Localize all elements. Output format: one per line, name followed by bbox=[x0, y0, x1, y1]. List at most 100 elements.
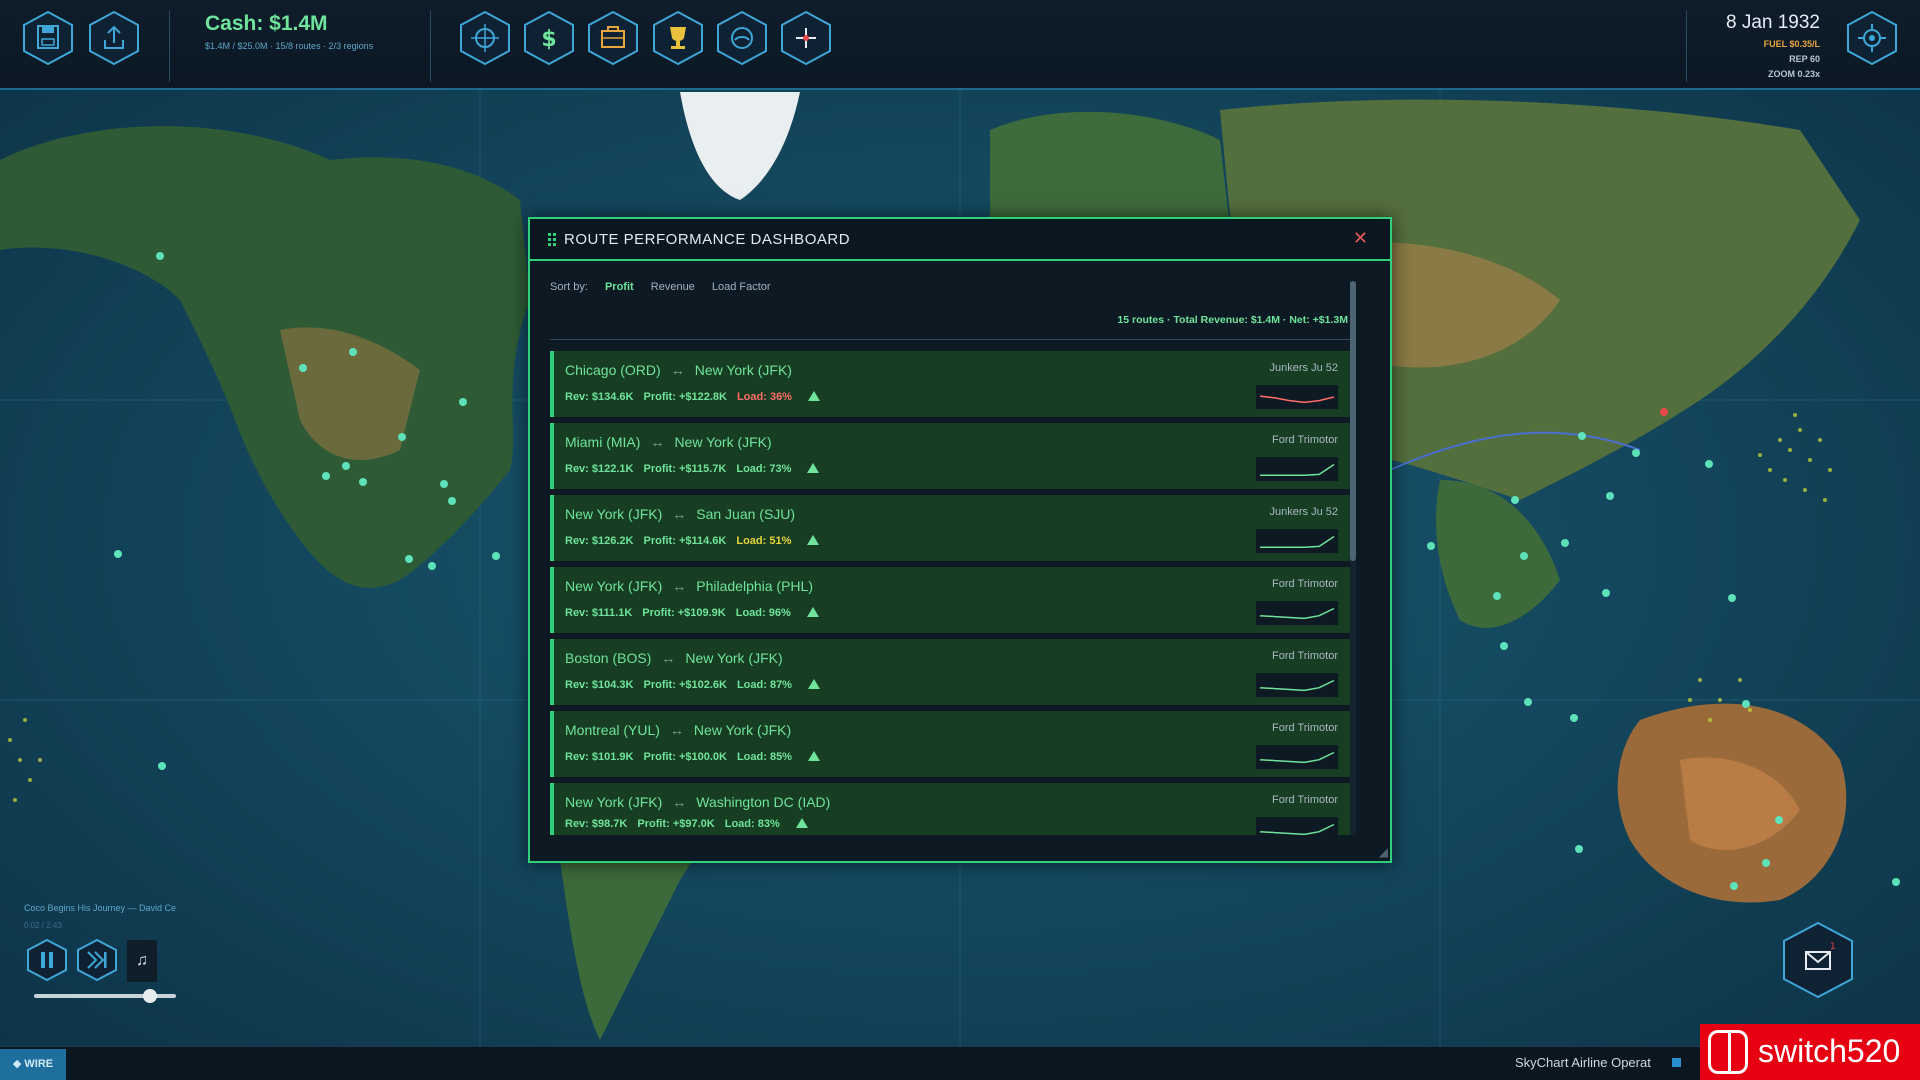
route-name: Boston (BOS) ↔ New York (JFK) bbox=[565, 650, 783, 666]
route-revenue: Rev: $134.6K bbox=[565, 391, 634, 403]
route-metrics: Rev: $134.6K Profit: +$122.8K Load: 36% bbox=[565, 391, 820, 403]
route-row[interactable]: Chicago (ORD) ↔ New York (JFK) Junkers Ju … bbox=[550, 351, 1350, 417]
aircraft-type: Ford Trimotor bbox=[1271, 578, 1338, 590]
route-revenue: Rev: $122.1K bbox=[565, 463, 634, 475]
sparkline bbox=[1256, 673, 1338, 697]
two-way-arrow-icon: ↔ bbox=[669, 722, 684, 738]
route-destination: New York (JFK) bbox=[693, 722, 792, 738]
route-row[interactable]: New York (JFK) ↔ Washington DC (IAD) Ford … bbox=[550, 783, 1350, 835]
sort-option-revenue[interactable]: Revenue bbox=[651, 281, 695, 293]
new-route-button[interactable] bbox=[780, 10, 832, 66]
top-bar: Cash: $1.4M $1.4M / $25.0M · 15/8 routes… bbox=[0, 0, 1920, 90]
route-origin: Chicago (ORD) bbox=[565, 362, 661, 378]
trend-up-icon bbox=[807, 535, 820, 545]
reputation-button[interactable] bbox=[716, 10, 768, 66]
cash-label: Cash: $1.4M bbox=[205, 12, 328, 35]
aircraft-type: Junkers Ju 52 bbox=[1269, 506, 1338, 518]
aircraft-type: Ford Trimotor bbox=[1271, 650, 1338, 662]
route-destination: Philadelphia (PHL) bbox=[696, 578, 813, 594]
route-destination: Washington DC (IAD) bbox=[696, 794, 831, 810]
route-row[interactable]: New York (JFK) ↔ Philadelphia (PHL) Ford T… bbox=[550, 567, 1350, 633]
route-profit: Profit: +$102.6K bbox=[643, 679, 727, 691]
sort-option-profit[interactable]: Profit bbox=[605, 281, 634, 293]
divider bbox=[169, 10, 170, 82]
inbox-button[interactable]: 1 bbox=[1780, 920, 1856, 1000]
route-row[interactable]: Boston (BOS) ↔ New York (JFK) Ford Trimoto… bbox=[550, 639, 1350, 705]
sort-label: Sort by: bbox=[550, 281, 588, 293]
sort-option-load-factor[interactable]: Load Factor bbox=[712, 281, 771, 293]
route-metrics: Rev: $101.9K Profit: +$100.0K Load: 85% bbox=[565, 751, 820, 763]
mail-badge: 1 bbox=[1830, 942, 1836, 952]
app-status-icon bbox=[1672, 1058, 1681, 1067]
two-way-arrow-icon: ↔ bbox=[672, 578, 687, 594]
route-profit: Profit: +$114.6K bbox=[643, 535, 727, 547]
pause-icon bbox=[27, 938, 67, 982]
gauge-icon bbox=[717, 10, 767, 66]
dashboard-title: ROUTE PERFORMANCE DASHBOARD bbox=[564, 231, 851, 248]
two-way-arrow-icon: ↔ bbox=[672, 794, 687, 810]
scroll-thumb[interactable] bbox=[1350, 281, 1356, 561]
route-load: Load: 36% bbox=[736, 391, 792, 403]
achievements-button[interactable] bbox=[652, 10, 704, 66]
switch-logo-icon bbox=[1708, 1030, 1748, 1074]
settings-button[interactable] bbox=[1846, 10, 1898, 66]
two-way-arrow-icon: ↔ bbox=[661, 650, 676, 666]
reputation-value: REP 60 bbox=[1789, 54, 1820, 64]
pause-button[interactable] bbox=[26, 938, 68, 982]
route-revenue: Rev: $126.2K bbox=[565, 535, 634, 547]
route-row[interactable]: Montreal (YUL) ↔ New York (JFK) Ford Trimo… bbox=[550, 711, 1350, 777]
route-destination: New York (JFK) bbox=[694, 362, 792, 378]
aircraft-type: Ford Trimotor bbox=[1271, 794, 1338, 806]
route-origin: Boston (BOS) bbox=[565, 650, 652, 666]
route-row[interactable]: New York (JFK) ↔ San Juan (SJU) Junkers Ju… bbox=[550, 495, 1350, 561]
sparkline bbox=[1256, 385, 1338, 409]
route-destination: New York (JFK) bbox=[685, 650, 783, 666]
target-icon bbox=[460, 10, 510, 66]
drag-handle-icon[interactable] bbox=[548, 233, 558, 247]
mail-icon: 1 bbox=[1783, 921, 1853, 999]
route-list[interactable]: Chicago (ORD) ↔ New York (JFK) Junkers Ju … bbox=[550, 351, 1350, 835]
divider bbox=[430, 10, 431, 82]
export-button[interactable] bbox=[88, 10, 140, 66]
fuel-price: FUEL $0.35/L bbox=[1763, 39, 1820, 49]
route-destination: New York (JFK) bbox=[674, 434, 772, 450]
scrollbar[interactable] bbox=[1350, 281, 1356, 835]
divider bbox=[1686, 10, 1687, 82]
finance-button[interactable]: $ bbox=[523, 10, 575, 66]
game-date: 8 Jan 1932 bbox=[1725, 12, 1820, 33]
music-note-icon[interactable]: ♫ bbox=[127, 940, 157, 982]
route-profit: Profit: +$100.0K bbox=[643, 751, 727, 763]
save-button[interactable] bbox=[22, 10, 74, 66]
resize-handle-icon[interactable]: ◢ bbox=[1379, 845, 1388, 859]
route-revenue: Rev: $104.3K bbox=[565, 679, 634, 691]
skip-button[interactable] bbox=[76, 938, 118, 982]
route-metrics: Rev: $122.1K Profit: +$115.7K Load: 73% bbox=[565, 463, 820, 475]
settings-target-icon bbox=[1847, 10, 1897, 66]
watermark-text: switch520 bbox=[1758, 1033, 1901, 1069]
route-metrics: Rev: $111.1K Profit: +$109.9K Load: 96% bbox=[565, 607, 819, 619]
trend-up-icon bbox=[807, 751, 820, 761]
export-icon bbox=[89, 10, 139, 66]
target-button[interactable] bbox=[459, 10, 511, 66]
two-way-arrow-icon: ↔ bbox=[650, 434, 665, 450]
briefcase-icon bbox=[588, 10, 638, 66]
two-way-arrow-icon: ↔ bbox=[672, 506, 687, 522]
crosshair-plus-icon bbox=[781, 10, 831, 66]
trend-up-icon bbox=[807, 679, 820, 689]
close-icon[interactable]: ✕ bbox=[1353, 228, 1368, 249]
route-origin: Montreal (YUL) bbox=[565, 722, 660, 738]
route-row[interactable]: Miami (MIA) ↔ New York (JFK) Ford Trimotor… bbox=[550, 423, 1350, 489]
route-name: New York (JFK) ↔ Philadelphia (PHL) bbox=[565, 578, 813, 594]
trend-up-icon bbox=[807, 391, 820, 401]
wire-label: WIRE bbox=[24, 1058, 54, 1070]
route-origin: New York (JFK) bbox=[565, 794, 663, 810]
watermark: switch520 bbox=[1700, 1024, 1920, 1080]
svg-text:$: $ bbox=[541, 27, 556, 52]
fleet-button[interactable] bbox=[587, 10, 639, 66]
trend-up-icon bbox=[795, 818, 808, 828]
route-profit: Profit: +$109.9K bbox=[642, 607, 726, 619]
route-profit: Profit: +$115.7K bbox=[643, 463, 727, 475]
dashboard-header[interactable]: ROUTE PERFORMANCE DASHBOARD ✕ bbox=[530, 219, 1390, 261]
dollar-icon: $ bbox=[524, 10, 574, 66]
wire-button[interactable]: ◆ WIRE bbox=[0, 1049, 66, 1080]
